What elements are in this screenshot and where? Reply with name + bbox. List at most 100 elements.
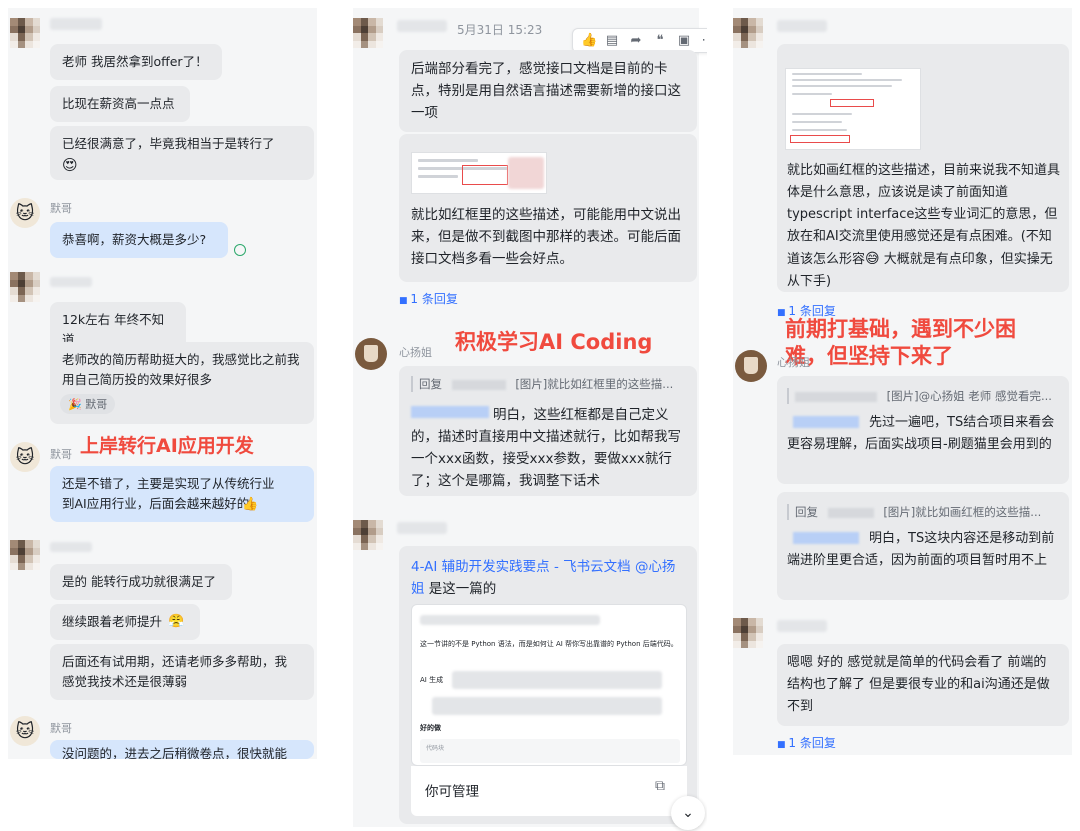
reply-message-card: 回复 [图片]就比如红框里的这些描... 明白，这些红框都是自己定义的，描述时直… (399, 366, 697, 496)
message-text: 就比如红框里的这些描述，可能能用中文说出来，但是做不到截图中那样的表述。可能后面… (411, 207, 681, 267)
user-avatar (10, 272, 40, 302)
message-text: 明白，TS这块内容还是移动到前端进阶里更合适，因为前面的项目暂时用不上 (787, 531, 1055, 568)
sender-name-redacted (50, 18, 102, 30)
quoted-reply[interactable]: [图片]@心扬姐 老师 感觉看完... (787, 388, 1059, 404)
left-chat-screenshot: 老师 我居然拿到offer了！ 比现在薪资高一点点 已经很满意了，毕竟我相当于是… (0, 0, 325, 831)
message-text: 先过一遍吧，TS结合项目来看会更容易理解，后面实战项目-刷题猫里会用到的 (787, 415, 1055, 452)
quote-prefix: 回复 (419, 377, 442, 391)
quote-text: [图片]就比如画红框的这些描... (883, 505, 1042, 519)
message-bubble: 还是不错了，主要是实现了从传统行业到AI应用行业，后面会越来越好的 👍 (50, 466, 314, 522)
reply-count-link[interactable]: 1 条回复 (777, 734, 835, 751)
user-avatar (10, 18, 40, 48)
doc-share-card: 4-AI 辅助开发实践要点 - 飞书云文档 @心扬姐 是这一篇的 这一节讲的不是… (399, 546, 697, 824)
cat-avatar-icon: 🐱 (10, 198, 40, 228)
sender-name-redacted (777, 620, 827, 632)
sender-name: 心扬姐 (399, 346, 432, 359)
image-message-card: 就比如画红框的这些描述，目前来说我不知道具体是什么意思，应该说是读了前面知道ty… (777, 44, 1069, 292)
headline-annotation: 积极学习AI Coding (455, 330, 653, 354)
party-emoji-icon: 🎉 (68, 398, 82, 411)
headline-annotation: 前期打基础，遇到不少困 难，但坚持下来了 (785, 316, 1016, 370)
message-bubble: 没问题的，进去之后稍微卷点，很快就能 (50, 740, 314, 759)
save-icon[interactable]: ▣ (677, 33, 691, 48)
cat-avatar-icon: 🐱 (10, 716, 40, 746)
sender-name: 默哥 (50, 448, 72, 461)
sender-name: 默哥 (50, 722, 72, 735)
cat-avatar-icon: 🐱 (10, 442, 40, 472)
forward-icon[interactable]: ➦ (629, 33, 643, 48)
reply-message-card: [图片]@心扬姐 老师 感觉看完... 先过一遍吧，TS结合项目来看会更容易理解… (777, 376, 1069, 484)
comment-icon[interactable]: ▤ (605, 33, 619, 48)
message-bubble: 嗯嗯 好的 感觉就是简单的代码会看了 前端的结构也了解了 但是要很专业的和ai沟… (777, 644, 1069, 726)
quote-text: [图片]@心扬姐 老师 感觉看完... (886, 389, 1052, 403)
scroll-down-icon[interactable]: ⌄ (671, 796, 705, 830)
copy-icon[interactable]: ⧉ (655, 778, 665, 794)
message-text-block: 就比如画红框的这些描述，目前来说我不知道具体是什么意思，应该说是读了前面知道ty… (787, 160, 1063, 293)
screenshot-thumbnail[interactable] (785, 68, 921, 150)
message-bubble: 是的 能转行成功就很满足了 (50, 564, 232, 600)
read-status-icon (234, 244, 246, 256)
doc-preview-line: AI 生成 (420, 676, 444, 684)
sender-name: 心扬姐 (777, 356, 810, 369)
message-text: 是这一篇的 (428, 581, 497, 597)
screenshot-thumbnail[interactable] (411, 152, 547, 194)
message-text: 已经很满意了，毕竟我相当于是转行了 (62, 136, 275, 151)
message-bubble: 已经很满意了，毕竟我相当于是转行了 😍 (50, 126, 314, 180)
quoted-user-redacted (827, 507, 874, 518)
doc-preview-line: 好的做 (420, 724, 441, 732)
quoted-user-redacted (795, 391, 877, 402)
user-avatar (353, 520, 383, 550)
user-avatar (733, 618, 763, 648)
middle-chat-screenshot: 5月31日 15:23 👍 ▤ ➦ ❝ ▣ ⋯ 后端部分看完了，感觉接口文档是目… (345, 0, 707, 831)
sender-name: 默哥 (50, 202, 72, 215)
message-text: 老师改的简历帮助挺大的，我感觉比之前我用自己简历投的效果好很多 (62, 352, 300, 387)
headline-annotation: 上岸转行AI应用开发 (80, 435, 254, 457)
message-bubble: 后端部分看完了，感觉接口文档是目前的卡点，特别是用自然语言描述需要新增的接口这一… (399, 50, 697, 132)
quoted-user-redacted (451, 379, 506, 390)
user-avatar (353, 18, 383, 48)
doc-preview[interactable]: 这一节讲的不是 Python 语法，而是如何让 AI 帮你写出靠谱的 Pytho… (411, 604, 687, 766)
headline-line: 前期打基础，遇到不少困 (785, 317, 1016, 341)
message-bubble: 恭喜啊，薪资大概是多少? (50, 222, 228, 258)
user-avatar (733, 18, 763, 48)
angry-emoji-icon: 😤 (168, 614, 185, 629)
message-text: 后面还有试用期，还请老师多多帮助，我感觉我技术还是很薄弱 (62, 654, 288, 689)
doc-share-text: 4-AI 辅助开发实践要点 - 飞书云文档 @心扬姐 是这一篇的 (411, 556, 687, 600)
message-timestamp: 5月31日 15:23 (457, 23, 543, 37)
sender-name-redacted (777, 20, 827, 32)
doc-permission-bar: 你可管理 ⧉ (411, 766, 687, 816)
user-avatar (10, 540, 40, 570)
message-text: 继续跟着老师提升 (62, 614, 163, 629)
reply-count-link[interactable]: 1 条回复 (399, 290, 457, 307)
quoted-reply[interactable]: 回复 [图片]就比如红框里的这些描... (411, 376, 687, 392)
code-block-label: 代码块 (426, 745, 445, 752)
sender-name-redacted (50, 542, 92, 552)
sweat-emoji-icon: 😅 (865, 251, 880, 267)
right-chat-screenshot: 就比如画红框的这些描述，目前来说我不知道具体是什么意思，应该说是读了前面知道ty… (725, 0, 1080, 831)
message-bubble: 继续跟着老师提升 😤 (50, 604, 200, 640)
heart-eyes-emoji-icon: 😍 (62, 156, 78, 174)
doc-link[interactable]: 4-AI 辅助开发实践要点 - 飞书云文档 (411, 559, 631, 575)
sender-name-redacted (397, 20, 447, 32)
reply-message-card: 回复 [图片]就比如画红框的这些描... 明白，TS这块内容还是移动到前端进阶里… (777, 492, 1069, 600)
quoted-reply[interactable]: 回复 [图片]就比如画红框的这些描... (787, 504, 1059, 520)
sender-name-redacted (397, 522, 447, 534)
quote-icon[interactable]: ❝ (653, 33, 667, 48)
sender-name-redacted (50, 277, 92, 287)
message-bubble: 比现在薪资高一点点 (50, 86, 190, 122)
message-bubble: 老师 我居然拿到offer了！ (50, 44, 222, 80)
message-text: 明白，这些红框都是自己定义的，描述时直接用中文描述就行，比如帮我写一个xxx函数… (411, 407, 681, 489)
doc-preview-line: 这一节讲的不是 Python 语法，而是如何让 AI 帮你写出靠谱的 Pytho… (420, 640, 678, 648)
headline-line: 难，但坚持下来了 (785, 344, 953, 368)
image-message-card: 就比如红框里的这些描述，可能能用中文说出来，但是做不到截图中那样的表述。可能后面… (399, 134, 697, 282)
quote-text: [图片]就比如红框里的这些描... (515, 377, 674, 391)
manage-label: 你可管理 (425, 784, 479, 800)
code-block: 代码块 (420, 739, 680, 763)
message-bubble: 后面还有试用期，还请老师多多帮助，我感觉我技术还是很薄弱 (50, 644, 314, 700)
thumbs-up-icon[interactable]: 👍 (581, 33, 597, 48)
thumbs-up-emoji-icon: 👍 (242, 497, 259, 512)
reaction-chip[interactable]: 🎉 默哥 (60, 394, 116, 414)
user-avatar-coffee-icon (735, 350, 767, 382)
user-avatar-coffee-icon (355, 338, 387, 370)
more-icon[interactable]: ⋯ (701, 33, 708, 48)
reaction-user: 默哥 (85, 398, 108, 411)
